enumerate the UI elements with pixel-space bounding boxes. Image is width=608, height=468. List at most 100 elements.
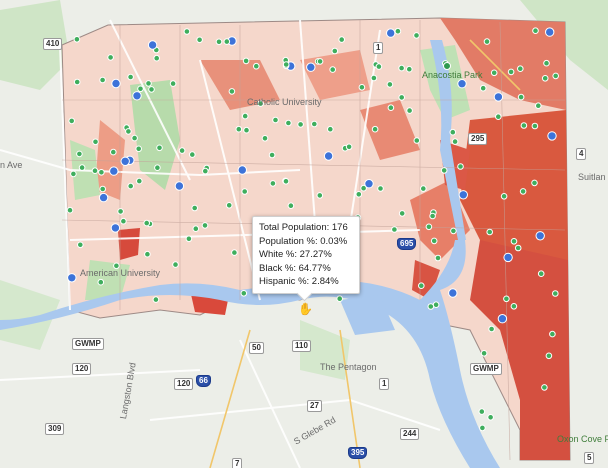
location-marker[interactable] [192, 225, 200, 232]
location-marker-large[interactable] [109, 166, 119, 176]
location-marker[interactable] [391, 226, 398, 233]
location-marker-large[interactable] [67, 273, 77, 283]
location-marker[interactable] [137, 85, 144, 93]
location-marker[interactable] [510, 238, 518, 245]
location-marker[interactable] [375, 63, 383, 70]
location-marker[interactable] [110, 148, 117, 156]
location-marker-large[interactable] [111, 78, 121, 89]
location-marker[interactable] [66, 206, 74, 214]
location-marker-large[interactable] [457, 79, 467, 89]
location-marker-large[interactable] [386, 28, 396, 38]
location-marker[interactable] [99, 76, 106, 84]
location-marker[interactable] [76, 150, 83, 158]
location-marker[interactable] [282, 61, 290, 68]
location-marker[interactable] [127, 73, 134, 81]
map-view[interactable]: American University Catholic University … [0, 0, 608, 468]
location-marker[interactable] [287, 202, 295, 209]
location-marker[interactable] [486, 228, 494, 236]
location-marker[interactable] [235, 125, 243, 133]
location-marker[interactable] [68, 117, 75, 125]
location-marker[interactable] [427, 303, 435, 310]
location-marker[interactable] [345, 143, 353, 151]
location-marker[interactable] [269, 180, 277, 187]
location-marker-large[interactable] [120, 156, 130, 167]
location-marker[interactable] [531, 122, 539, 130]
location-marker[interactable] [268, 151, 276, 159]
location-marker[interactable] [143, 219, 150, 227]
location-marker[interactable] [358, 84, 366, 91]
location-marker[interactable] [429, 212, 436, 220]
location-marker[interactable] [406, 65, 413, 73]
location-marker[interactable] [386, 81, 394, 88]
location-marker-large[interactable] [547, 131, 557, 141]
location-marker[interactable] [503, 295, 510, 303]
location-marker[interactable] [483, 38, 491, 45]
location-marker[interactable] [478, 408, 486, 415]
location-marker[interactable] [78, 164, 86, 171]
location-marker[interactable] [398, 210, 406, 217]
location-marker-large[interactable] [237, 165, 248, 175]
location-marker[interactable] [552, 290, 559, 297]
location-marker[interactable] [252, 62, 260, 70]
location-marker[interactable] [99, 185, 106, 193]
location-marker[interactable] [488, 325, 495, 333]
location-marker-large[interactable] [306, 62, 316, 72]
location-marker[interactable] [243, 126, 250, 134]
location-marker[interactable] [152, 296, 160, 303]
location-marker[interactable] [545, 352, 553, 360]
location-marker[interactable] [156, 144, 163, 152]
location-marker[interactable] [148, 86, 155, 93]
location-marker-large[interactable] [458, 190, 468, 200]
location-marker-large[interactable] [174, 181, 185, 191]
location-marker[interactable] [535, 102, 542, 109]
location-marker[interactable] [430, 237, 438, 245]
location-marker[interactable] [449, 128, 457, 136]
location-marker[interactable] [98, 169, 105, 176]
location-marker[interactable] [241, 112, 249, 120]
location-marker[interactable] [201, 222, 209, 229]
location-marker[interactable] [331, 47, 339, 55]
location-marker[interactable] [450, 227, 457, 235]
location-marker[interactable] [97, 278, 105, 286]
location-marker[interactable] [196, 36, 203, 44]
location-marker[interactable] [107, 54, 114, 61]
location-marker[interactable] [398, 94, 406, 101]
location-marker[interactable] [541, 75, 549, 82]
location-marker[interactable] [520, 122, 528, 129]
location-marker-large[interactable] [448, 288, 458, 298]
location-marker[interactable] [517, 65, 524, 72]
location-marker[interactable] [136, 177, 143, 185]
location-marker-large[interactable] [535, 231, 545, 241]
location-marker[interactable] [191, 204, 198, 212]
location-marker[interactable] [135, 145, 142, 153]
location-marker[interactable] [311, 120, 318, 128]
location-marker[interactable] [120, 217, 127, 225]
location-marker[interactable] [394, 27, 402, 35]
location-marker[interactable] [537, 270, 545, 278]
location-marker[interactable] [398, 64, 405, 72]
location-marker-large[interactable] [132, 91, 142, 101]
location-marker[interactable] [77, 241, 84, 249]
location-marker-large[interactable] [497, 314, 508, 324]
location-marker[interactable] [223, 38, 231, 45]
location-marker[interactable] [92, 138, 99, 146]
location-marker[interactable] [327, 125, 334, 133]
location-marker-large[interactable] [98, 192, 109, 203]
location-marker[interactable] [480, 350, 488, 357]
location-marker[interactable] [420, 185, 427, 192]
location-marker[interactable] [413, 137, 421, 144]
location-marker[interactable] [329, 66, 337, 73]
location-marker[interactable] [297, 121, 304, 128]
location-marker[interactable] [178, 147, 186, 154]
location-marker[interactable] [517, 93, 525, 101]
location-marker[interactable] [172, 261, 179, 268]
location-marker[interactable] [153, 54, 160, 62]
location-marker[interactable] [432, 301, 440, 309]
park-pin-icon[interactable] [443, 62, 451, 70]
location-marker[interactable] [434, 254, 442, 262]
location-marker[interactable] [543, 59, 550, 67]
location-marker-large[interactable] [110, 223, 121, 233]
location-marker[interactable] [261, 135, 269, 142]
location-marker[interactable] [336, 295, 344, 303]
location-marker[interactable] [202, 167, 209, 175]
